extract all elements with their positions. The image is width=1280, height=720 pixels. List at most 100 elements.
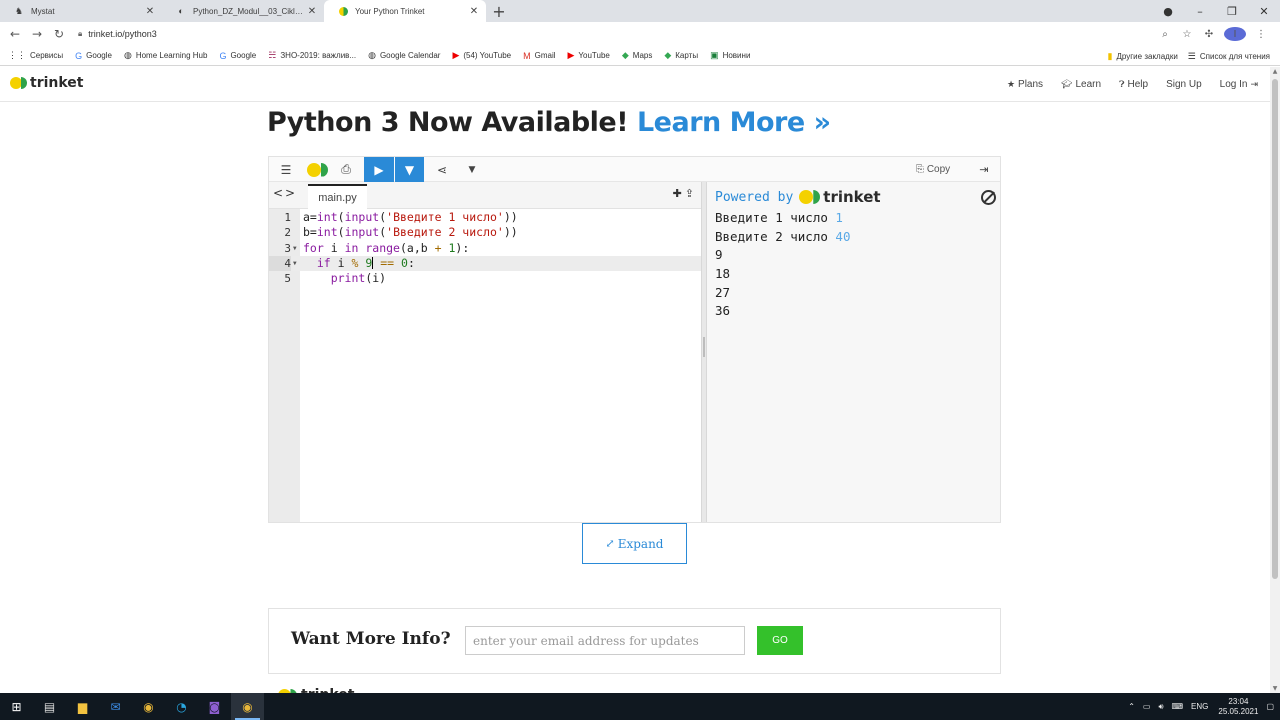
share-icon[interactable]: ⋖ [432, 157, 452, 182]
url-text: trinket.io/python3 [88, 29, 157, 39]
close-tab-icon[interactable]: ✕ [144, 6, 156, 17]
logo-text: trinket [30, 75, 84, 91]
learn-more-link[interactable]: Learn More » [637, 107, 831, 138]
upload-icon[interactable]: ⇪ [685, 187, 697, 200]
print-icon[interactable]: ⎙ [336, 157, 356, 182]
address-bar-row: ← → ↻ 🔒︎ trinket.io/python3 ⌕ ☆ ✣ I ⋮ [0, 22, 1280, 46]
bookmark-karty[interactable]: ◆ Карты [664, 50, 698, 61]
zoom-icon[interactable]: ⌕ [1154, 29, 1176, 40]
nav-plans[interactable]: ★ Plans [1007, 79, 1043, 90]
bookmark-gmail[interactable]: M Gmail [523, 51, 555, 61]
nav-learn[interactable]: 🎓︎ Learn [1061, 79, 1101, 90]
tray-overflow-icon[interactable]: ⌃ [1128, 702, 1135, 711]
code-line[interactable]: 5 print(i) [269, 271, 701, 286]
graduation-cap-icon: 🎓︎ [1061, 79, 1073, 89]
forward-button[interactable]: → [26, 27, 48, 41]
new-tab-button[interactable]: + [486, 0, 512, 22]
scroll-down-icon[interactable]: ▼ [1270, 685, 1280, 692]
nav-log-in[interactable]: Log In ⇥ [1220, 79, 1258, 90]
minimize-button[interactable]: – [1184, 5, 1216, 18]
nav-sign-up[interactable]: Sign Up [1166, 79, 1202, 90]
copy-button[interactable]: ⎘ Copy [909, 157, 957, 182]
page-scrollbar[interactable]: ▲ ▼ [1270, 67, 1280, 693]
page-viewport: trinket ★ Plans 🎓︎ Learn ❓︎ Help Sign Up Lo… [0, 67, 1270, 693]
email-input[interactable]: enter your email address for updates [465, 626, 745, 655]
keyboard-icon[interactable]: ⌨ [1172, 702, 1184, 711]
code-line-active[interactable]: 4 ▼ if i % 9 == 0: [269, 255, 701, 272]
more-caret-icon[interactable]: ▼ [462, 157, 482, 182]
extensions-puzzle-icon[interactable]: ✣ [1198, 29, 1220, 40]
clear-output-icon[interactable] [981, 190, 996, 205]
trinket-logo-icon [799, 190, 821, 204]
go-button[interactable]: GO [757, 626, 803, 655]
url-field[interactable]: 🔒︎ trinket.io/python3 [78, 24, 1154, 44]
file-explorer-icon[interactable]: ▆ [66, 693, 99, 720]
reload-button[interactable]: ↻ [48, 27, 70, 41]
code-editor[interactable]: 1 a=int(input('Введите 1 число')) 2 b=int(… [269, 210, 701, 286]
profile-record-icon[interactable]: ● [1152, 5, 1184, 18]
windows-start-icon[interactable]: ⊞ [0, 693, 33, 720]
scrollbar-thumb[interactable] [1272, 79, 1278, 579]
close-window-button[interactable]: ✕ [1248, 5, 1280, 18]
run-options-dropdown[interactable]: ▼ [395, 157, 424, 182]
sign-in-icon[interactable]: ⇥ [973, 157, 995, 182]
bookmark-other-folder[interactable]: ▮ Другие закладки [1108, 51, 1178, 62]
chrome-active-icon[interactable]: ◉ [231, 693, 264, 720]
language-indicator[interactable]: ENG [1191, 702, 1208, 711]
trinket-logo[interactable]: trinket [10, 75, 83, 91]
viber-icon[interactable]: ◙ [198, 693, 231, 720]
fold-icon[interactable]: ▼ [293, 256, 297, 271]
bookmark-youtube[interactable]: ▶ YouTube [568, 50, 610, 61]
menu-hamburger-icon[interactable]: ☰ [277, 157, 295, 182]
edge-icon[interactable]: ◔ [165, 693, 198, 720]
bookmark-youtube-54[interactable]: ▶ (54) YouTube [452, 50, 511, 61]
bookmark-services[interactable]: ⋮⋮ Сервисы [8, 50, 63, 61]
profile-avatar[interactable]: I [1224, 27, 1246, 41]
code-line[interactable]: 1 a=int(input('Введите 1 число')) [269, 210, 701, 225]
trinket-logo-button[interactable] [305, 157, 331, 182]
globe-icon: ◍ [123, 50, 132, 60]
trinket-icon [338, 6, 348, 16]
output-line: 9 [715, 247, 723, 263]
browser-tab-google-docs[interactable]: ◐ Python_DZ_Modul__03_Cikly_c_2 ✕ [162, 0, 324, 22]
expand-button[interactable]: ⤢ Expand [582, 523, 687, 564]
nav-help[interactable]: ❓︎ Help [1119, 79, 1148, 90]
bookmark-star-icon[interactable]: ☆ [1176, 29, 1198, 40]
run-button[interactable]: ▶ [364, 157, 394, 182]
menu-kebab-icon[interactable]: ⋮ [1250, 29, 1272, 40]
browser-tab-mystat[interactable]: ♞ Mystat ✕ [0, 0, 162, 22]
fold-icon[interactable]: ▼ [293, 241, 297, 256]
back-button[interactable]: ← [4, 27, 26, 41]
task-view-icon[interactable]: ▤ [33, 693, 66, 720]
bookmark-google[interactable]: G Google [75, 51, 112, 61]
bookmark-zno[interactable]: ☵ ЗНО-2019: важлив... [268, 50, 356, 61]
file-tab-main[interactable]: main.py [308, 184, 367, 209]
bookmark-reading-list[interactable]: ☰ Список для чтения [1188, 51, 1270, 62]
scroll-up-icon[interactable]: ▲ [1270, 68, 1280, 75]
play-icon: ▶ [374, 162, 384, 177]
bookmark-google-2[interactable]: G Google [219, 51, 256, 61]
bookmark-home-learning-hub[interactable]: ◍ Home Learning Hub [124, 50, 207, 61]
window-controls: ● – ❐ ✕ [1152, 0, 1280, 22]
add-file-icon[interactable]: ✚ [673, 187, 685, 200]
tab-title: Python_DZ_Modul__03_Cikly_c_2 [193, 6, 306, 16]
browser-tab-trinket[interactable]: Your Python Trinket ✕ [324, 0, 486, 22]
network-icon[interactable]: ▭ [1143, 702, 1151, 711]
youtube-icon: ▶ [567, 50, 575, 60]
code-line[interactable]: 2 b=int(input('Введите 2 число')) [269, 225, 701, 240]
user-input-value: 1 [835, 210, 843, 225]
code-line[interactable]: 3 ▼ for i in range(a,b + 1): [269, 241, 701, 256]
restore-button[interactable]: ❐ [1216, 5, 1248, 18]
google-icon: G [219, 50, 227, 61]
tab-scroll-arrows-icon[interactable]: <> [273, 186, 297, 200]
bookmark-novyny[interactable]: ▣ Новини [710, 50, 750, 61]
bookmark-maps[interactable]: ◆ Maps [622, 50, 652, 61]
mail-icon[interactable]: ✉ [99, 693, 132, 720]
close-tab-icon[interactable]: ✕ [468, 6, 480, 17]
bookmark-google-calendar[interactable]: ◍ Google Calendar [368, 50, 440, 61]
notifications-icon[interactable]: ▢ [1266, 702, 1274, 711]
volume-icon[interactable]: 🔊︎ [1158, 702, 1163, 712]
chrome-icon[interactable]: ◉ [132, 693, 165, 720]
clock[interactable]: 23:04 25.05.2021 [1218, 697, 1258, 717]
close-tab-icon[interactable]: ✕ [306, 6, 318, 17]
